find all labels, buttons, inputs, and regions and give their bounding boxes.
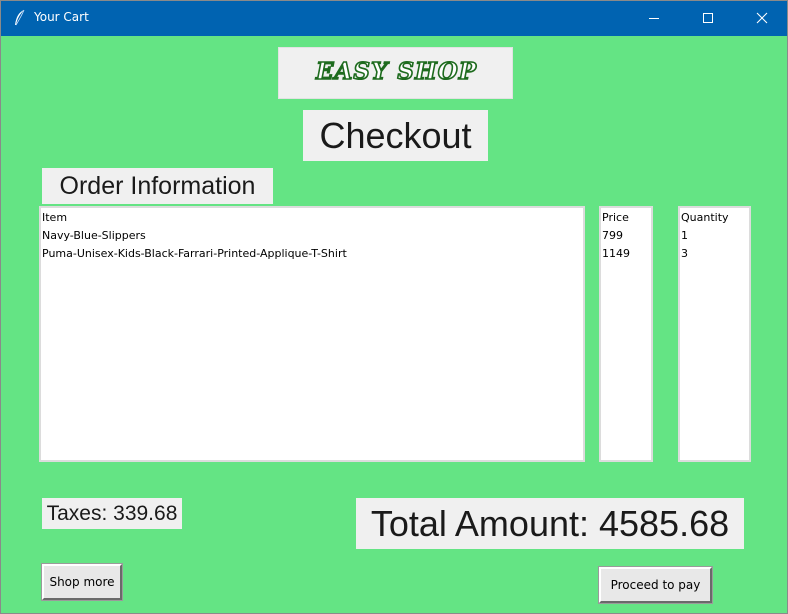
minimize-icon: [649, 18, 659, 19]
close-button[interactable]: [739, 1, 785, 36]
quantity-listbox[interactable]: Quantity 1 3: [678, 206, 751, 462]
maximize-icon: [703, 13, 713, 23]
shop-logo: EASY SHOP: [278, 47, 513, 99]
price-column-header: Price: [602, 211, 629, 224]
close-icon: [756, 12, 768, 24]
shop-more-button[interactable]: Shop more: [41, 563, 123, 601]
total-amount-label: Total Amount: 4585.68: [356, 498, 744, 549]
item-column-header: Item: [42, 211, 68, 224]
proceed-to-pay-button[interactable]: Proceed to pay: [598, 566, 713, 604]
item-listbox[interactable]: Item Navy-Blue-Slippers Puma-Unisex-Kids…: [39, 206, 585, 462]
list-item[interactable]: Navy-Blue-Slippers: [42, 227, 583, 245]
cart-window: Your Cart EASY SHOP Checkout Order Infor…: [0, 0, 788, 614]
section-label-order-information: Order Information: [42, 168, 273, 204]
list-item[interactable]: 3: [681, 245, 749, 263]
price-listbox[interactable]: Price 799 1149: [599, 206, 653, 462]
quantity-column-header: Quantity: [681, 211, 729, 224]
list-item[interactable]: Puma-Unisex-Kids-Black-Farrari-Printed-A…: [42, 245, 583, 263]
window-title: Your Cart: [34, 10, 89, 24]
minimize-button[interactable]: [631, 1, 677, 36]
list-item[interactable]: 1149: [602, 245, 651, 263]
maximize-button[interactable]: [685, 1, 731, 36]
page-title: Checkout: [303, 110, 488, 161]
taxes-label: Taxes: 339.68: [42, 498, 182, 529]
list-item[interactable]: 1: [681, 227, 749, 245]
list-item[interactable]: 799: [602, 227, 651, 245]
logo-text: EASY SHOP: [315, 57, 478, 86]
app-feather-icon: [15, 9, 25, 26]
title-bar[interactable]: Your Cart: [1, 1, 787, 36]
